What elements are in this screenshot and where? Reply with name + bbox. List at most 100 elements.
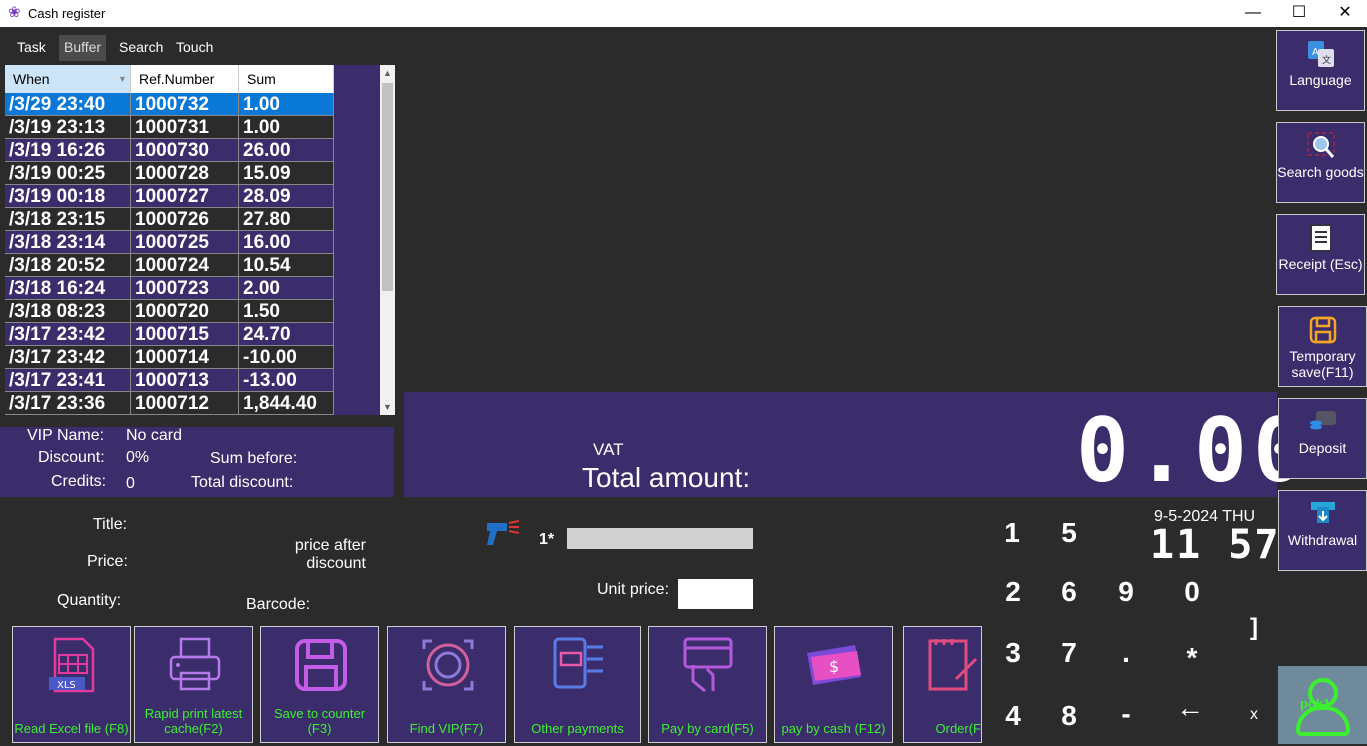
- cell-sum: 24.70: [239, 323, 334, 346]
- language-button[interactable]: A文 Language: [1276, 30, 1365, 111]
- rapid-print-button[interactable]: Rapid print latest cache(F2): [134, 626, 253, 743]
- withdrawal-button[interactable]: Withdrawal: [1278, 490, 1367, 571]
- tab-search[interactable]: Search: [114, 35, 168, 61]
- key-9[interactable]: 9: [1106, 576, 1146, 608]
- vip-name-value: No card: [126, 427, 183, 444]
- window-title: Cash register: [28, 6, 106, 21]
- cell-sum: 27.80: [239, 208, 334, 231]
- table-row[interactable]: /3/19 00:18 1000727 28.09: [5, 185, 334, 208]
- table-row[interactable]: /3/29 23:40 1000732 1.00: [5, 93, 334, 116]
- barcode-input[interactable]: [567, 528, 753, 549]
- svg-text:文: 文: [1322, 54, 1331, 66]
- tab-bar: Task Buffer Search Touch: [0, 29, 400, 63]
- mobile-pay-icon: [553, 637, 603, 689]
- key-dot[interactable]: .: [1106, 637, 1146, 669]
- key-minus[interactable]: -: [1106, 698, 1146, 730]
- cell-when: /3/18 16:24: [5, 277, 131, 300]
- table-row[interactable]: /3/18 20:52 1000724 10.54: [5, 254, 334, 277]
- app-logo-icon: ❀: [8, 4, 21, 21]
- key-multiply[interactable]: *: [1172, 642, 1212, 674]
- find-vip-button[interactable]: Find VIP(F7): [387, 626, 506, 743]
- unit-price-input[interactable]: [678, 579, 753, 609]
- cell-sum: -10.00: [239, 346, 334, 369]
- user-account-button[interactable]: pok1: [1278, 666, 1367, 744]
- pay-by-cash-label: pay by cash (F12): [781, 721, 886, 736]
- price-after-discount-label: price after discount: [294, 537, 366, 572]
- language-label: Language: [1289, 72, 1352, 88]
- unit-price-label: Unit price:: [597, 581, 670, 598]
- minimize-button[interactable]: —: [1230, 0, 1276, 27]
- scroll-up-icon[interactable]: ▲: [380, 65, 395, 81]
- cell-sum: 2.00: [239, 277, 334, 300]
- other-payments-label: Other payments: [531, 721, 624, 736]
- maximize-button[interactable]: ☐: [1276, 0, 1322, 27]
- cell-when: /3/18 23:14: [5, 231, 131, 254]
- key-bracket[interactable]: ]: [1234, 614, 1274, 642]
- key-0[interactable]: 0: [1172, 576, 1212, 608]
- find-vip-label: Find VIP(F7): [409, 721, 484, 736]
- key-5[interactable]: 5: [1049, 517, 1089, 549]
- table-row[interactable]: /3/19 16:26 1000730 26.00: [5, 139, 334, 162]
- table-row[interactable]: /3/17 23:41 1000713 -13.00: [5, 369, 334, 392]
- table-row[interactable]: /3/18 23:14 1000725 16.00: [5, 231, 334, 254]
- key-backspace[interactable]: ←: [1170, 692, 1210, 724]
- table-row[interactable]: /3/17 23:42 1000715 24.70: [5, 323, 334, 346]
- key-3[interactable]: 3: [993, 637, 1033, 669]
- column-ref-number[interactable]: Ref.Number: [131, 65, 239, 93]
- tab-buffer[interactable]: Buffer: [59, 35, 107, 61]
- cell-sum: 1.00: [239, 116, 334, 139]
- table-row[interactable]: /3/18 08:23 1000720 1.50: [5, 300, 334, 323]
- table-row[interactable]: /3/18 23:15 1000726 27.80: [5, 208, 334, 231]
- tab-task[interactable]: Task: [12, 35, 51, 61]
- table-row[interactable]: /3/19 00:25 1000728 15.09: [5, 162, 334, 185]
- barcode-label: Barcode:: [246, 596, 311, 613]
- table-row[interactable]: /3/17 23:42 1000714 -10.00: [5, 346, 334, 369]
- column-when[interactable]: When: [5, 65, 131, 93]
- table-row[interactable]: /3/18 16:24 1000723 2.00: [5, 277, 334, 300]
- other-payments-button[interactable]: Other payments: [514, 626, 641, 743]
- tab-touch[interactable]: Touch: [171, 35, 218, 61]
- sort-arrow-icon: ▼: [118, 74, 127, 84]
- receipt-button[interactable]: Receipt (Esc): [1276, 214, 1365, 295]
- cell-sum: 1.50: [239, 300, 334, 323]
- pay-by-cash-button[interactable]: $ pay by cash (F12): [774, 626, 893, 743]
- cell-ref-number: 1000731: [131, 116, 239, 139]
- close-button[interactable]: ✕: [1322, 0, 1367, 27]
- receipts-table: When ▼ Ref.Number Sum /3/29 23:40 1000732…: [5, 65, 395, 415]
- cell-when: /3/17 23:36: [5, 392, 131, 415]
- floppy-save-icon: [1309, 316, 1336, 344]
- receipt-icon: [1309, 224, 1332, 252]
- key-1[interactable]: 1: [992, 517, 1032, 549]
- key-8[interactable]: 8: [1049, 700, 1089, 732]
- product-display-area: [409, 30, 1275, 390]
- deposit-button[interactable]: Deposit: [1278, 398, 1367, 479]
- total-amount-label: Total amount:: [582, 462, 751, 493]
- key-clear[interactable]: x: [1234, 706, 1274, 724]
- table-scrollbar[interactable]: ▲ ▼: [380, 65, 395, 415]
- key-4[interactable]: 4: [993, 700, 1033, 732]
- table-row[interactable]: /3/17 23:36 1000712 1,844.40: [5, 392, 334, 415]
- read-excel-button[interactable]: XLS Read Excel file (F8): [12, 626, 131, 743]
- scroll-down-icon[interactable]: ▼: [380, 399, 395, 415]
- column-sum[interactable]: Sum: [239, 65, 334, 93]
- cell-when: /3/18 08:23: [5, 300, 131, 323]
- table-row[interactable]: /3/19 23:13 1000731 1.00: [5, 116, 334, 139]
- scrollbar-thumb[interactable]: [382, 83, 393, 291]
- quantity-prefix: 1*: [539, 531, 555, 548]
- key-6[interactable]: 6: [1049, 576, 1089, 608]
- search-goods-button[interactable]: Search goods: [1276, 122, 1365, 203]
- key-7[interactable]: 7: [1049, 637, 1089, 669]
- cell-sum: 28.09: [239, 185, 334, 208]
- key-2[interactable]: 2: [993, 576, 1033, 608]
- cell-when: /3/18 20:52: [5, 254, 131, 277]
- wallet-coins-icon: [1309, 411, 1336, 430]
- cell-when: /3/19 00:25: [5, 162, 131, 185]
- cell-ref-number: 1000723: [131, 277, 239, 300]
- save-to-counter-button[interactable]: Save to counter (F3): [260, 626, 379, 743]
- order-button[interactable]: Order(F: [903, 626, 982, 743]
- pay-by-card-label: Pay by card(F5): [661, 721, 754, 736]
- temporary-save-button[interactable]: Temporary save(F11): [1278, 306, 1367, 387]
- svg-text:XLS: XLS: [57, 680, 76, 691]
- time-display: 11 57: [1150, 522, 1281, 568]
- pay-by-card-button[interactable]: Pay by card(F5): [648, 626, 767, 743]
